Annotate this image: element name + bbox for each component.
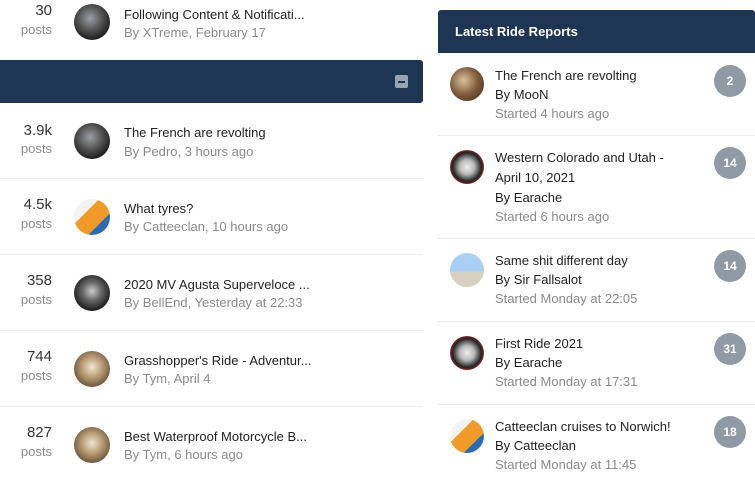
report-item[interactable]: Western Colorado and Utah - April 10, 20… [438,136,755,239]
report-item[interactable]: First Ride 2021 By Earache Started Monda… [438,322,755,405]
report-author[interactable]: By Catteeclan [495,438,576,453]
post-count-label: posts [20,444,52,459]
topic-meta: By Pedro, 3 hours ago [124,144,254,159]
topic-title[interactable]: The French are revolting [124,125,266,140]
report-author[interactable]: By Earache [495,190,562,205]
post-count-label: posts [20,216,52,231]
report-started: Started Monday at 17:31 [495,374,638,389]
avatar[interactable] [450,336,484,370]
post-count-label: posts [20,22,52,37]
post-count: 827 [26,424,52,441]
post-count: 3.9k [23,122,52,139]
avatar[interactable] [74,4,110,40]
forum-topic-list: 30 posts Following Content & Notificati.… [0,0,423,479]
report-started: Started Monday at 22:05 [495,291,638,306]
report-item[interactable]: The French are revolting By MooN Started… [438,53,755,136]
report-title[interactable]: First Ride 2021 [495,334,685,354]
report-author[interactable]: By MooN [495,87,548,102]
report-title[interactable]: Western Colorado and Utah - April 10, 20… [495,148,685,187]
report-started: Started 6 hours ago [495,209,610,224]
report-started: Started Monday at 11:45 [495,457,637,472]
report-title[interactable]: Same shit different day [495,251,685,271]
avatar[interactable] [74,275,110,311]
latest-ride-reports-widget: Latest Ride Reports The French are revol… [438,10,755,479]
collapse-icon[interactable] [395,75,408,88]
reply-count-badge: 14 [714,147,746,179]
reply-count-badge: 14 [714,250,746,282]
report-started: Started 4 hours ago [495,106,610,121]
topic-meta: By XTreme, February 17 [124,25,266,40]
post-count-label: posts [20,292,52,307]
topic-title[interactable]: Best Waterproof Motorcycle B... [124,429,307,444]
avatar[interactable] [74,351,110,387]
report-item[interactable]: Same shit different day By Sir Fallsalot… [438,239,755,322]
post-count: 358 [26,272,52,289]
topic-meta: By BellEnd, Yesterday at 22:33 [124,295,303,310]
avatar[interactable] [450,253,484,287]
reply-count-badge: 18 [714,416,746,448]
avatar[interactable] [74,199,110,235]
reply-count-badge: 31 [714,333,746,365]
topic-title[interactable]: 2020 MV Agusta Superveloce ... [124,277,310,292]
post-count-label: posts [20,141,52,156]
topic-row[interactable]: 827 posts Best Waterproof Motorcycle B..… [0,407,423,483]
topic-row[interactable]: 744 posts Grasshopper's Ride - Adventur.… [0,331,423,407]
post-count: 30 [35,2,52,19]
topic-meta: By Tym, April 4 [124,371,211,386]
avatar[interactable] [74,123,110,159]
post-count: 744 [26,348,52,365]
reply-count-badge: 2 [714,65,746,97]
topic-row[interactable]: 3.9k posts The French are revolting By P… [0,103,423,179]
topic-title[interactable]: What tyres? [124,201,193,216]
widget-header: Latest Ride Reports [438,10,755,53]
topic-row[interactable]: 4.5k posts What tyres? By Catteeclan, 10… [0,179,423,255]
report-title[interactable]: The French are revolting [495,66,685,86]
topic-title[interactable]: Following Content & Notificati... [124,7,305,22]
avatar[interactable] [450,67,484,101]
topic-meta: By Catteeclan, 10 hours ago [124,219,289,234]
topic-row[interactable]: 30 posts Following Content & Notificati.… [0,0,423,60]
post-count-label: posts [20,368,52,383]
report-title[interactable]: Catteeclan cruises to Norwich! [495,417,685,437]
avatar[interactable] [450,150,484,184]
report-item[interactable]: Catteeclan cruises to Norwich! By Cattee… [438,405,755,479]
avatar[interactable] [450,419,484,453]
widget-title: Latest Ride Reports [455,24,578,39]
report-author[interactable]: By Sir Fallsalot [495,272,582,287]
topic-meta: By Tym, 6 hours ago [124,447,243,462]
topic-title[interactable]: Grasshopper's Ride - Adventur... [124,353,311,368]
avatar[interactable] [74,427,110,463]
section-header-bar [0,60,423,103]
post-count: 4.5k [23,196,52,213]
topic-row[interactable]: 358 posts 2020 MV Agusta Superveloce ...… [0,255,423,331]
report-author[interactable]: By Earache [495,355,562,370]
